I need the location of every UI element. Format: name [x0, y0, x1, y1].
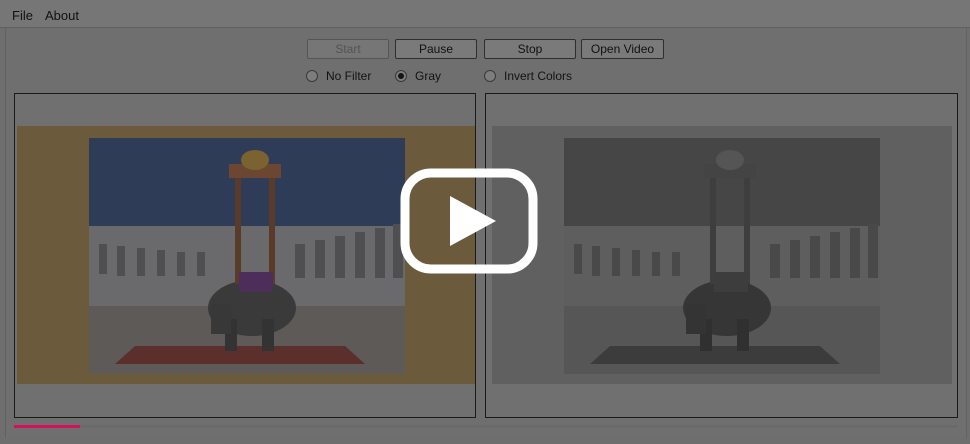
radio-gray-label: Gray — [415, 69, 442, 83]
playback-progress[interactable] — [14, 425, 958, 428]
filter-options: No Filter Gray Invert Colors — [6, 68, 966, 84]
radio-gray-circle[interactable] — [395, 70, 407, 82]
filtered-video-frame — [486, 94, 957, 417]
radio-no-filter[interactable]: No Filter — [306, 68, 371, 84]
filtered-video-panel — [485, 93, 958, 418]
menu-about[interactable]: About — [45, 8, 79, 23]
playback-progress-fill — [14, 425, 81, 428]
play-icon[interactable] — [400, 168, 538, 274]
radio-invert-colors-circle[interactable] — [484, 70, 496, 82]
radio-invert-colors[interactable]: Invert Colors — [484, 68, 572, 84]
open-video-button[interactable]: Open Video — [581, 39, 664, 59]
radio-gray[interactable]: Gray — [395, 68, 441, 84]
menu-file[interactable]: File — [12, 8, 33, 23]
radio-invert-colors-label: Invert Colors — [504, 69, 573, 83]
stop-button[interactable]: Stop — [484, 39, 576, 59]
app-window: File About Start Pause Stop Open Video N… — [0, 0, 970, 444]
start-button[interactable]: Start — [307, 39, 389, 59]
radio-no-filter-label: No Filter — [326, 69, 372, 83]
radio-no-filter-circle[interactable] — [306, 70, 318, 82]
pause-button[interactable]: Pause — [395, 39, 477, 59]
menu-bar: File About — [0, 0, 970, 28]
